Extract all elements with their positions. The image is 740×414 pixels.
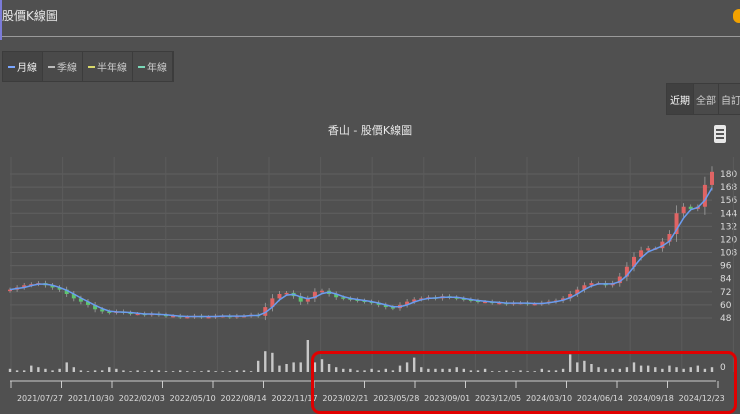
volume-bar (164, 371, 168, 372)
y-tick-label: 48 (720, 314, 732, 324)
y-tick-label: 168 (720, 183, 737, 193)
y-tick-label: 120 (720, 235, 737, 245)
candle-body (710, 171, 714, 185)
volume-bar (200, 371, 203, 372)
volume-bar (171, 371, 175, 372)
y-tick-label: 144 (720, 209, 737, 219)
volume-bar (15, 370, 19, 372)
x-tick-label: 2022/02/03 (119, 394, 165, 403)
y-tick-label: 108 (720, 249, 737, 259)
volume-bar (193, 371, 196, 372)
volume-bar (207, 370, 210, 372)
highlight-box (311, 351, 737, 414)
y-tick-label: 60 (720, 301, 732, 311)
candle-body (646, 248, 651, 251)
volume-bar (30, 365, 33, 372)
candle-body (284, 292, 289, 295)
volume-bar (285, 364, 288, 372)
volume-bar (271, 352, 274, 372)
volume-bar (122, 370, 125, 372)
candle-body (320, 290, 324, 293)
y-tick-label: 72 (720, 288, 731, 298)
volume-bar (221, 371, 224, 372)
volume-bar (264, 351, 267, 372)
x-tick-label: 2022/08/14 (221, 394, 267, 403)
volume-bar (157, 370, 161, 372)
volume-bar (143, 371, 146, 372)
y-tick-label: 96 (720, 262, 732, 272)
candle-body (277, 294, 282, 299)
volume-bar (51, 370, 54, 372)
y-tick-label: 180 (720, 170, 737, 180)
y-tick-label: 84 (720, 275, 732, 285)
volume-bar (86, 371, 90, 372)
volume-bar (22, 370, 26, 372)
volume-bar (186, 371, 189, 372)
volume-bar (136, 370, 139, 372)
volume-bar (299, 362, 302, 372)
volume-bar (178, 370, 182, 372)
volume-bar (72, 367, 76, 372)
volume-bar (292, 362, 295, 372)
volume-bar (93, 370, 97, 372)
volume-bar (115, 368, 118, 372)
volume-bar (256, 360, 260, 372)
volume-bar (214, 371, 217, 372)
volume-bar (44, 368, 47, 372)
y-tick-label: 156 (720, 196, 737, 206)
x-tick-label: 2022/05/10 (170, 394, 216, 403)
volume-bar (108, 367, 111, 372)
candle-body (681, 206, 686, 214)
volume-bar (8, 368, 12, 372)
volume-bar (150, 370, 154, 372)
volume-bar (235, 370, 239, 372)
x-tick-label: 2021/10/30 (68, 394, 114, 403)
volume-bar (306, 340, 310, 372)
volume-bar (129, 371, 132, 372)
candle-body (702, 184, 707, 207)
volume-bar (278, 365, 281, 372)
volume-bar (242, 370, 246, 372)
volume-bar (58, 368, 61, 372)
volume-bar (37, 367, 40, 372)
volume-bar (100, 370, 104, 372)
x-tick-label: 2021/07/27 (17, 394, 63, 403)
volume-bar (65, 362, 68, 372)
volume-bar (228, 371, 232, 372)
volume-bar (79, 370, 83, 372)
volume-bar (249, 371, 253, 372)
y-tick-label: 132 (720, 222, 737, 232)
